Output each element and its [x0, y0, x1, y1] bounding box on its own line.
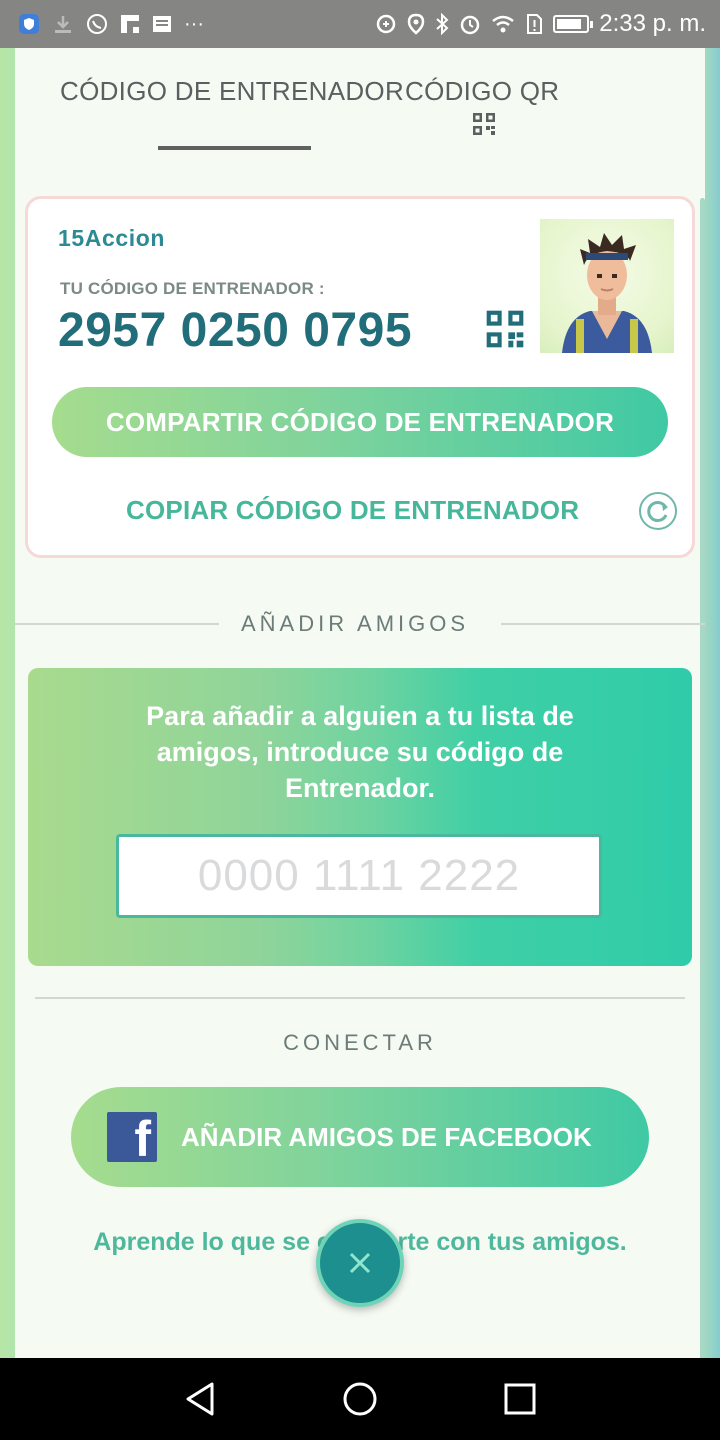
- news-icon: [153, 16, 171, 32]
- download-icon: [55, 16, 71, 33]
- active-tab-indicator: [158, 146, 311, 150]
- trainer-code-value: 2957 0250 0795: [58, 304, 413, 357]
- trainer-code-label: TU CÓDIGO DE ENTRENADOR :: [60, 279, 325, 298]
- friend-code-input[interactable]: [116, 834, 602, 918]
- sim-alert-icon: [527, 14, 543, 34]
- clock: 2:33 p. m.: [599, 10, 706, 37]
- facebook-button-label: AÑADIR AMIGOS DE FACEBOOK: [181, 1121, 592, 1152]
- qr-code-icon[interactable]: [485, 309, 525, 349]
- section-divider: [501, 623, 705, 625]
- back-icon[interactable]: [182, 1380, 220, 1418]
- copy-trainer-code-button[interactable]: COPIAR CÓDIGO DE ENTRENADOR: [126, 495, 579, 526]
- tab-trainer-code[interactable]: CÓDIGO DE ENTRENADOR: [60, 76, 404, 107]
- add-friend-instructions: Para añadir a alguien a tu lista de amig…: [146, 701, 574, 803]
- bluetooth-icon: [436, 13, 449, 35]
- facebook-icon: f: [107, 1111, 157, 1167]
- scrollbar[interactable]: [700, 198, 705, 1378]
- friend-code-panel: CÓDIGO DE ENTRENADOR CÓDIGO QR 15Accion …: [15, 48, 705, 1378]
- add-friend-box: Para añadir a alguien a tu lista de amig…: [28, 668, 692, 966]
- section-divider: [15, 623, 219, 625]
- add-friends-title: AÑADIR AMIGOS: [241, 611, 470, 636]
- location-icon: [408, 13, 425, 35]
- status-bar: ··· 2:33 p. m.: [0, 0, 720, 48]
- tab-qr-code[interactable]: CÓDIGO QR: [405, 76, 559, 107]
- shield-icon: [19, 14, 39, 34]
- trainer-username: 15Accion: [58, 225, 166, 251]
- share-trainer-code-button[interactable]: COMPARTIR CÓDIGO DE ENTRENADOR: [52, 387, 668, 457]
- trainer-avatar[interactable]: [540, 219, 674, 353]
- section-divider: [35, 997, 685, 999]
- battery-icon: [553, 15, 594, 33]
- trainer-card: 15Accion TU CÓDIGO DE ENTRENADOR : 2957 …: [25, 196, 695, 558]
- more-dots-icon: ···: [184, 13, 204, 35]
- android-nav-bar: [0, 1358, 720, 1440]
- refresh-icon[interactable]: [638, 491, 678, 531]
- alarm-icon: [461, 15, 480, 35]
- add-facebook-friends-button[interactable]: f AÑADIR AMIGOS DE FACEBOOK: [71, 1087, 649, 1187]
- recents-icon[interactable]: [501, 1380, 539, 1418]
- close-button[interactable]: [316, 1219, 404, 1307]
- wifi-icon: [492, 15, 515, 33]
- flipboard-icon: [121, 15, 139, 33]
- close-icon: [349, 1252, 371, 1274]
- home-icon[interactable]: [341, 1380, 379, 1418]
- trainer-avatar-image: [562, 233, 652, 353]
- whatsapp-icon: [87, 14, 107, 34]
- qr-code-icon[interactable]: [472, 112, 496, 136]
- data-saver-icon: [377, 14, 396, 34]
- connect-title: CONECTAR: [283, 1030, 437, 1055]
